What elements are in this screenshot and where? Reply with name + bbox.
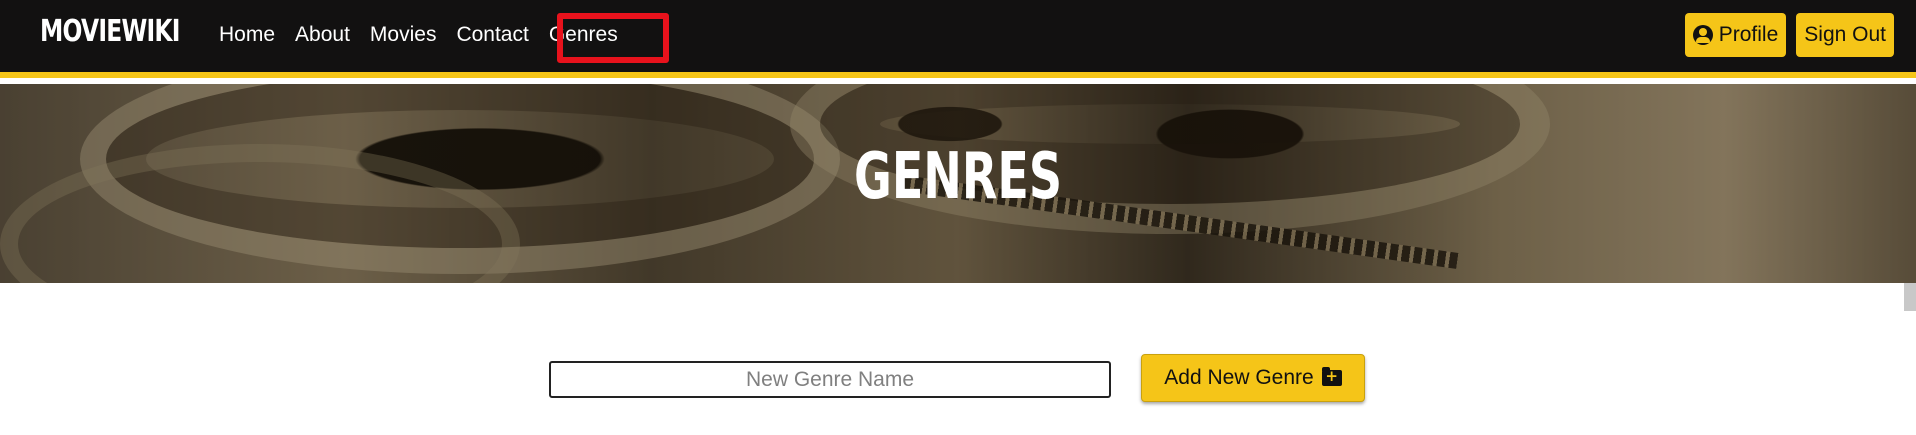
hero-banner: GENRES (0, 84, 1916, 283)
sign-out-button[interactable]: Sign Out (1796, 13, 1894, 57)
nav-actions: Profile Sign Out (1684, 13, 1894, 57)
folder-plus-icon (1321, 367, 1342, 386)
scrollbar-thumb[interactable] (1904, 283, 1916, 311)
page-title: GENRES (853, 140, 1063, 214)
nav-link-home[interactable]: Home (219, 20, 285, 50)
nav-link-genres[interactable]: Genres (539, 20, 628, 50)
user-circle-icon (1692, 25, 1713, 45)
brand-logo[interactable]: MOVIEWIKI (40, 14, 180, 49)
add-genre-form: Add New Genre (0, 352, 1916, 404)
profile-label: Profile (1718, 23, 1779, 46)
main-nav: Home About Movies Contact Genres (219, 20, 628, 50)
add-genre-label: Add New Genre (1164, 366, 1314, 389)
genre-name-input[interactable] (549, 361, 1111, 398)
profile-button[interactable]: Profile (1684, 13, 1787, 57)
nav-link-movies[interactable]: Movies (360, 20, 447, 50)
nav-link-about[interactable]: About (285, 20, 360, 50)
top-navbar: MOVIEWIKI Home About Movies Contact Genr… (0, 0, 1916, 78)
add-genre-button[interactable]: Add New Genre (1141, 354, 1365, 402)
nav-link-contact[interactable]: Contact (446, 20, 538, 50)
